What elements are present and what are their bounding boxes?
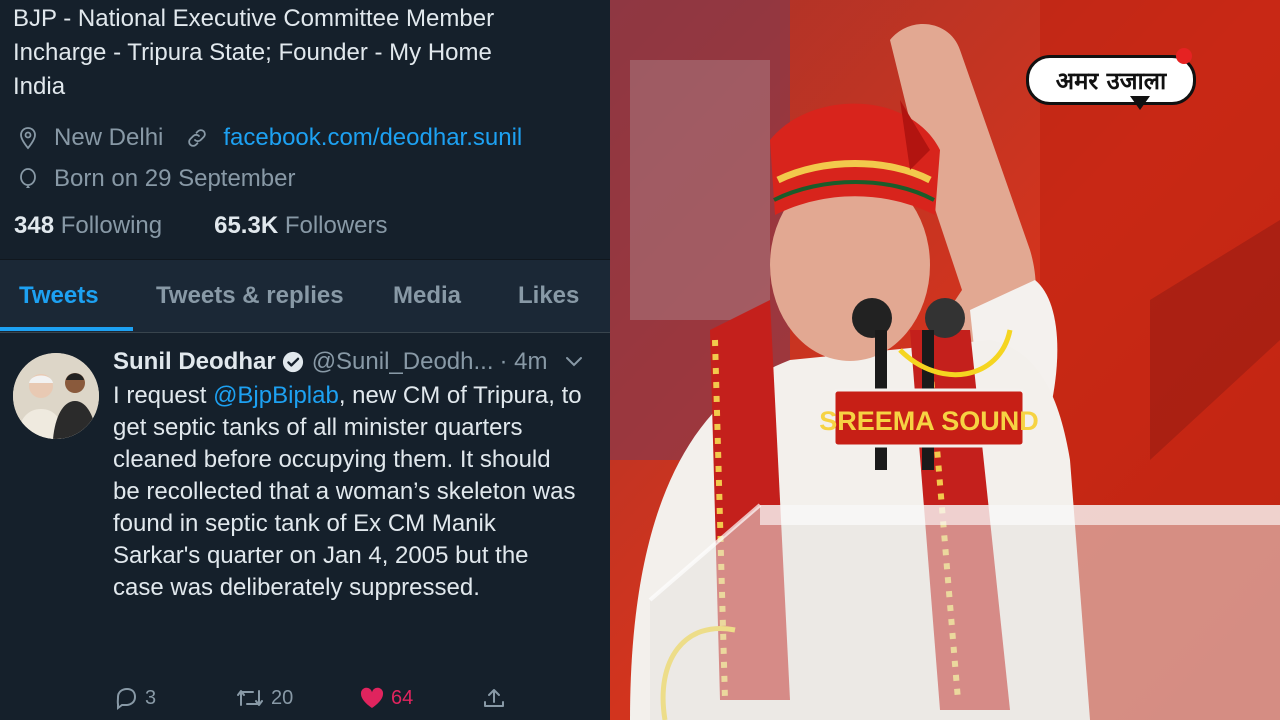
profile-bio: BJP - National Executive Committee Membe…	[13, 2, 603, 104]
tweet-author-name[interactable]: Sunil Deodhar	[113, 348, 276, 376]
like-button[interactable]: 64	[359, 686, 481, 710]
tab-media[interactable]: Media	[393, 282, 461, 310]
reply-button[interactable]: 3	[113, 686, 235, 710]
retweet-button[interactable]: 20	[235, 686, 359, 710]
balloon-icon	[20, 168, 36, 188]
tweet-text-part: I request	[113, 382, 214, 409]
logo-speech-tail	[1130, 96, 1150, 110]
tweet-actions: 3 20 64	[113, 686, 513, 710]
tweet-timestamp[interactable]: · 4m	[500, 348, 548, 376]
followers-count: 65.3K	[214, 212, 279, 239]
bio-line: Incharge - Tripura State; Founder - My H…	[13, 39, 492, 66]
profile-meta-row: Born on 29 September	[16, 164, 296, 194]
link-icon	[188, 129, 207, 147]
tab-tweets-replies[interactable]: Tweets & replies	[156, 282, 344, 310]
following-stat[interactable]: 348 Following	[14, 212, 162, 240]
logo-text: अमर उजाला	[1055, 66, 1167, 95]
profile-location: New Delhi	[54, 124, 164, 151]
profile-stats: 348 Following 65.3K Followers	[14, 212, 440, 240]
retweet-icon	[237, 690, 263, 706]
twitter-profile-panel: BJP - National Executive Committee Membe…	[0, 0, 610, 720]
avatar[interactable]	[13, 353, 99, 439]
bio-line: BJP - National Executive Committee Membe…	[13, 5, 495, 32]
profile-tabs: Tweets Tweets & replies Media Likes	[0, 259, 610, 333]
tweet-text: I request @BjpBiplab, new CM of Tripura,…	[113, 380, 583, 604]
location-pin-icon	[20, 127, 36, 150]
like-count: 64	[391, 686, 414, 709]
verified-badge-icon	[282, 351, 303, 373]
logo-signal-dot	[1176, 48, 1192, 64]
tab-likes[interactable]: Likes	[518, 282, 579, 310]
profile-meta-row: New Delhi facebook.com/deodhar.sunil	[16, 123, 522, 153]
share-button[interactable]	[481, 686, 513, 710]
reply-count: 3	[145, 686, 157, 709]
share-icon	[484, 689, 504, 707]
tweet-header: Sunil Deodhar @Sunil_Deodh... · 4m	[113, 348, 584, 376]
heart-icon	[360, 687, 384, 708]
following-count: 348	[14, 212, 55, 239]
profile-birthday: Born on 29 September	[54, 165, 296, 192]
chevron-down-icon[interactable]	[564, 355, 584, 369]
tweet-mention-link[interactable]: @BjpBiplab	[213, 382, 339, 409]
bio-line: India	[13, 73, 66, 100]
tab-tweets[interactable]: Tweets	[19, 282, 99, 310]
active-tab-indicator	[0, 327, 133, 331]
retweet-count: 20	[271, 686, 294, 709]
followers-stat[interactable]: 65.3K Followers	[214, 212, 387, 240]
reply-icon	[116, 687, 137, 710]
speaker-photo: SREEMA SOUND	[610, 0, 1280, 720]
avatar-photo	[13, 353, 99, 439]
followers-label: Followers	[284, 212, 388, 239]
tweet-author-handle[interactable]: @Sunil_Deodh...	[312, 348, 494, 376]
tweet-text-part: , new CM of Tripura, to get septic tanks…	[113, 382, 582, 601]
news-photo: SREEMA SOUND अमर उजाला	[610, 0, 1280, 720]
amar-ujala-logo: अमर उजाला	[1026, 55, 1196, 105]
following-label: Following	[60, 212, 163, 239]
profile-website-link[interactable]: facebook.com/deodhar.sunil	[223, 124, 522, 152]
podium-sign-text: SREEMA SOUND	[819, 406, 1039, 436]
